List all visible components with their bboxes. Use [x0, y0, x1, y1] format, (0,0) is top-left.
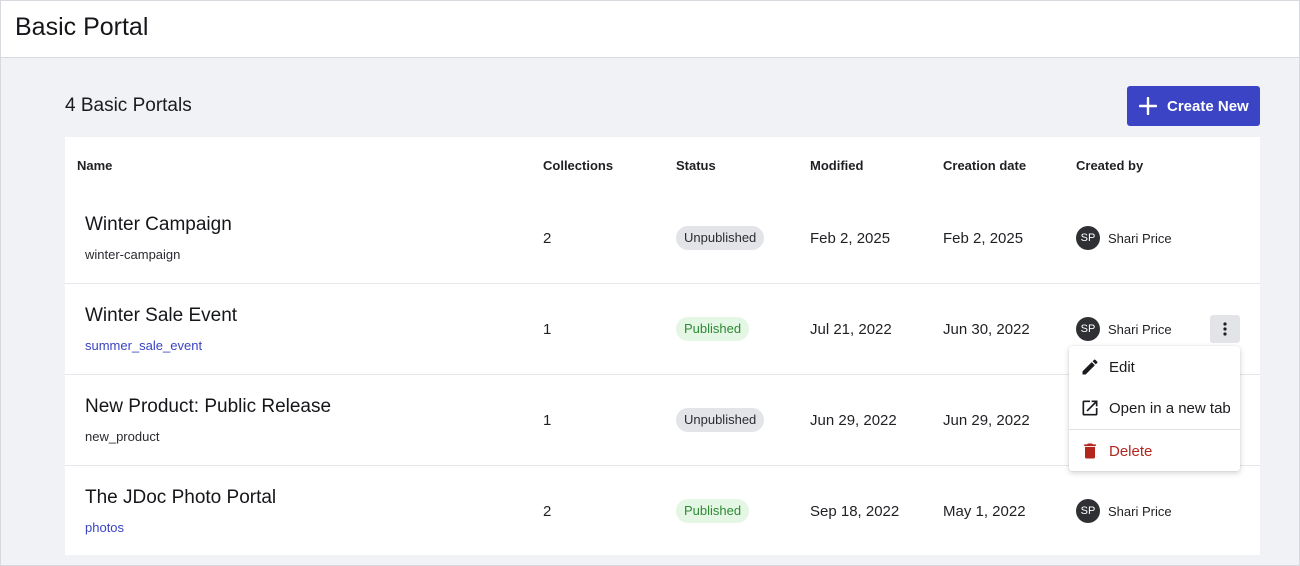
row-actions-menu: Edit Open in a new tab Delete: [1069, 346, 1240, 471]
collections-count: 1: [543, 412, 552, 429]
creator-name: Shari Price: [1108, 504, 1172, 519]
portal-slug: winter-campaign: [85, 247, 181, 262]
creator-name: Shari Price: [1108, 322, 1172, 337]
trash-icon: [1084, 443, 1096, 459]
avatar: SP: [1076, 226, 1100, 250]
modified-date: Sep 18, 2022: [810, 503, 900, 520]
portal-slug: new_product: [85, 429, 160, 444]
modified-date: Jul 21, 2022: [810, 321, 892, 338]
app-title: Basic Portal: [15, 13, 149, 41]
portal-slug-link[interactable]: summer_sale_event: [85, 338, 202, 353]
menu-item-open-new-tab-label: Open in a new tab: [1109, 399, 1231, 417]
avatar: SP: [1076, 499, 1100, 523]
status-badge: Published: [676, 317, 750, 341]
portal-name[interactable]: New Product: Public Release: [85, 396, 331, 418]
table-row[interactable]: The JDoc Photo Portal photos 2 Published…: [65, 466, 1260, 557]
column-header-status[interactable]: Status: [676, 158, 716, 173]
column-header-modified[interactable]: Modified: [810, 158, 863, 173]
modified-date: Jun 29, 2022: [810, 412, 897, 429]
pencil-icon: [1082, 359, 1098, 375]
portal-name[interactable]: The JDoc Photo Portal: [85, 487, 276, 509]
menu-item-open-new-tab[interactable]: Open in a new tab: [1069, 389, 1240, 427]
external-link-icon: [1082, 400, 1098, 416]
menu-item-edit[interactable]: Edit: [1069, 348, 1240, 386]
create-new-label: Create New: [1167, 97, 1249, 115]
column-header-creation-date[interactable]: Creation date: [943, 158, 1026, 173]
menu-item-delete-label: Delete: [1109, 442, 1153, 460]
portal-name[interactable]: Winter Sale Event: [85, 305, 237, 327]
modified-date: Feb 2, 2025: [810, 230, 891, 247]
creation-date: May 1, 2022: [943, 503, 1026, 520]
page-heading: 4 Basic Portals: [65, 95, 192, 116]
menu-item-delete[interactable]: Delete: [1069, 432, 1240, 470]
avatar: SP: [1076, 317, 1100, 341]
portal-name[interactable]: Winter Campaign: [85, 214, 232, 236]
plus-icon: [1138, 96, 1158, 116]
menu-divider: [1069, 429, 1240, 430]
collections-count: 2: [543, 230, 552, 247]
creation-date: Feb 2, 2025: [943, 230, 1024, 247]
portal-slug-link[interactable]: photos: [85, 520, 124, 535]
creation-date: Jun 30, 2022: [943, 321, 1030, 338]
menu-item-edit-label: Edit: [1109, 358, 1135, 376]
column-header-name[interactable]: Name: [77, 158, 112, 173]
top-bar: Basic Portal: [0, 0, 1300, 58]
row-actions-button[interactable]: [1210, 315, 1240, 343]
more-vertical-icon: [1223, 322, 1227, 336]
collections-count: 1: [543, 321, 552, 338]
table-row[interactable]: Winter Campaign winter-campaign 2 Unpubl…: [65, 193, 1260, 284]
column-header-collections[interactable]: Collections: [543, 158, 613, 173]
column-header-created-by[interactable]: Created by: [1076, 158, 1143, 173]
collections-count: 2: [543, 503, 552, 520]
status-badge: Published: [676, 499, 750, 523]
status-badge: Unpublished: [676, 226, 765, 250]
status-badge: Unpublished: [676, 408, 765, 432]
create-new-button[interactable]: Create New: [1127, 86, 1260, 126]
creator-name: Shari Price: [1108, 231, 1172, 246]
creation-date: Jun 29, 2022: [943, 412, 1030, 429]
